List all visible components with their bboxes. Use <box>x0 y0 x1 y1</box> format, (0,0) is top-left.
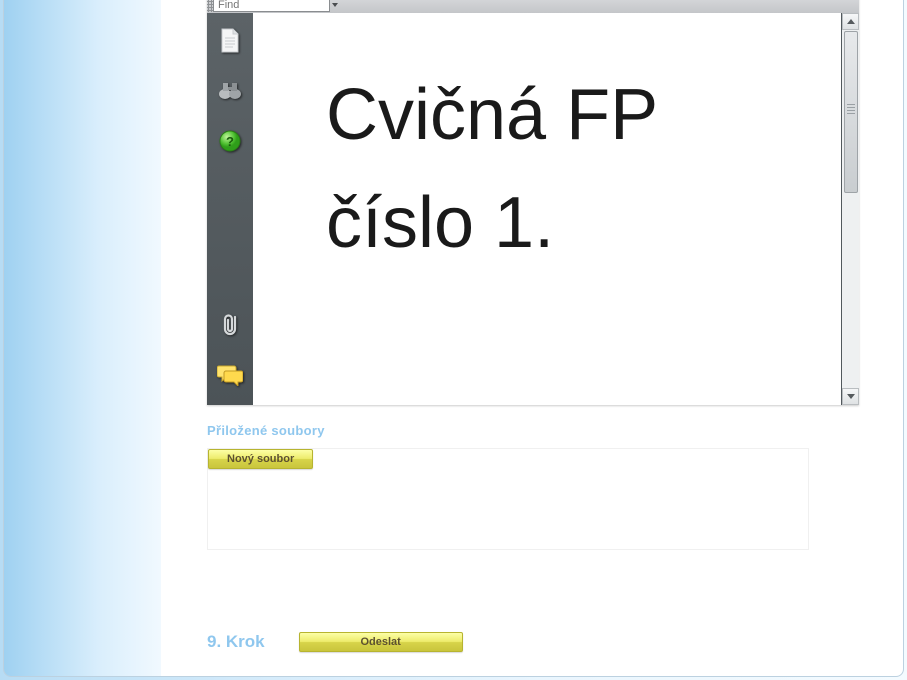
binoculars-icon <box>217 81 243 101</box>
send-button[interactable]: Odeslat <box>299 632 463 652</box>
attachments-panel-button[interactable] <box>207 305 253 345</box>
new-file-button[interactable]: Nový soubor <box>208 449 313 469</box>
pdf-tool-sidebar: ? <box>207 13 253 405</box>
page-icon <box>219 28 241 54</box>
main-content: ? <box>161 0 903 676</box>
binoculars-button[interactable] <box>207 71 253 111</box>
pages-panel-button[interactable] <box>207 21 253 61</box>
step-label: 9. Krok <box>207 632 265 652</box>
comments-panel-button[interactable] <box>207 355 253 395</box>
pdf-find-toolbar <box>207 0 859 14</box>
pdf-scrollbar[interactable] <box>842 13 859 405</box>
find-dropdown-button[interactable] <box>330 3 339 7</box>
pdf-page[interactable]: Cvičná FP číslo 1. <box>253 13 841 405</box>
scroll-thumb[interactable] <box>844 31 858 193</box>
svg-text:?: ? <box>226 134 234 149</box>
pdf-text-line: číslo 1. <box>326 187 554 259</box>
find-input[interactable] <box>213 0 330 12</box>
pdf-text-line: Cvičná FP <box>326 79 658 151</box>
paperclip-icon <box>219 312 241 338</box>
scroll-down-button[interactable] <box>842 388 859 405</box>
step-row: 9. Krok Odeslat <box>207 632 857 652</box>
help-button[interactable]: ? <box>207 121 253 161</box>
attachments-heading: Přiložené soubory <box>207 423 857 438</box>
left-sidebar <box>4 0 161 676</box>
scroll-up-button[interactable] <box>842 13 859 30</box>
pdf-viewer: ? <box>207 0 859 405</box>
attachments-box: Nový soubor <box>207 448 809 550</box>
chat-icon <box>217 364 243 386</box>
help-icon: ? <box>219 130 241 152</box>
